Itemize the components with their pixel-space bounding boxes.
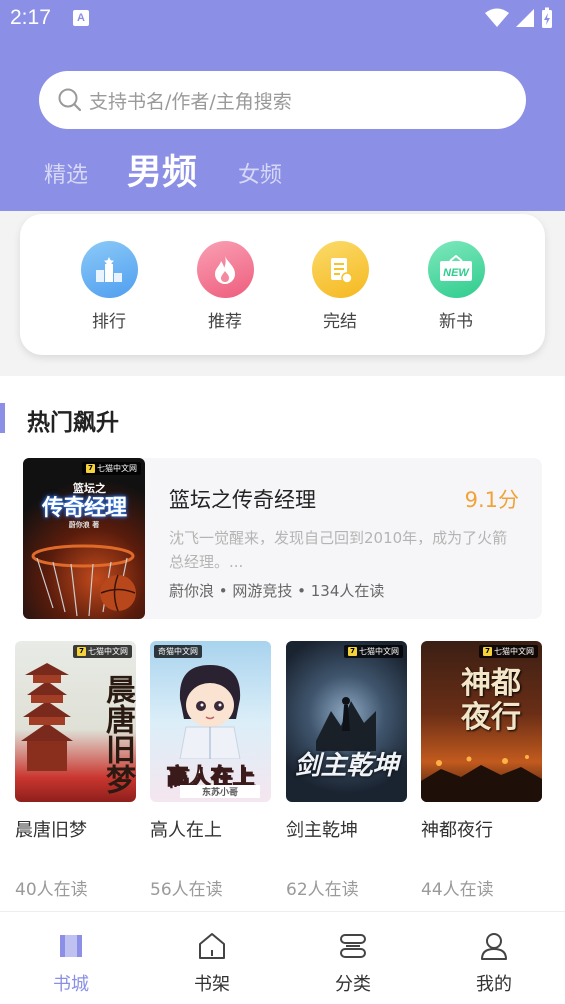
book-item[interactable]: 7 七猫中文网 剑主乾坤 剑主乾坤 62人在读: [286, 641, 407, 900]
lanterns-icon: [421, 755, 542, 802]
featured-book-score: 9.1分: [464, 488, 519, 512]
cover-publisher-badge: 7 七猫中文网: [344, 645, 403, 658]
hot-rising-section: 热门飙升 7 七猫中文网 篮坛之 传奇经理 蔚你浪 著 篮坛之传奇经理 9.1分 …: [0, 376, 565, 911]
nav-label: 书城: [53, 974, 89, 995]
category-area: 排行 推荐 完结 NEW 新书: [0, 211, 565, 376]
category-stack-icon: [340, 934, 366, 958]
channel-tabs: 精选 男频 女频: [0, 140, 565, 200]
status-icons: [485, 7, 553, 29]
tab-jingxuan[interactable]: 精选: [44, 157, 88, 189]
profile-icon: [481, 933, 507, 960]
section-title: 热门飙升: [27, 410, 119, 436]
cover-publisher-badge: 7 七猫中文网: [82, 462, 141, 475]
book-item[interactable]: 7 七猫中文网 晨唐旧梦 晨唐旧梦 40人在读: [15, 641, 136, 900]
search-placeholder: 支持书名/作者/主角搜索: [89, 90, 292, 113]
category-newbooks[interactable]: NEW 新书: [426, 241, 486, 332]
signal-icon: [516, 9, 534, 27]
nav-bookshelf[interactable]: 书架: [172, 930, 252, 996]
category-label: 排行: [92, 312, 126, 332]
book-item[interactable]: 奇猫中文网 高人在上 东苏小哥 高人在上 56人在读: [150, 641, 271, 900]
featured-book-cover[interactable]: 7 七猫中文网 篮坛之 传奇经理 蔚你浪 著: [23, 458, 145, 619]
book-title: 高人在上: [150, 820, 222, 841]
new-sign-icon: NEW: [427, 241, 485, 298]
nav-label: 我的: [476, 974, 512, 995]
cover-main-text: 传奇经理: [41, 496, 127, 521]
book-readers: 40人在读: [15, 880, 88, 900]
nav-book-city[interactable]: 书城: [31, 930, 111, 996]
book-cover[interactable]: 7 七猫中文网 剑主乾坤: [286, 641, 407, 802]
featured-book-card[interactable]: 7 七猫中文网 篮坛之 传奇经理 蔚你浪 著 篮坛之传奇经理 9.1分 沈飞一觉醒…: [23, 458, 542, 619]
category-recommend[interactable]: 推荐: [195, 241, 255, 332]
search-icon: [58, 88, 82, 112]
book-item[interactable]: 7 七猫中文网 神都夜行 神都夜行 44人在读: [421, 641, 542, 900]
nav-label: 分类: [335, 974, 371, 995]
category-ranking[interactable]: 排行: [79, 241, 139, 332]
cover-author: 蔚你浪 著: [68, 521, 100, 529]
category-label: 新书: [439, 312, 473, 332]
featured-book-title: 篮坛之传奇经理: [169, 488, 316, 512]
cover-author: 东苏小哥: [180, 785, 260, 798]
flame-icon: [196, 241, 254, 298]
book-city-icon: [60, 935, 82, 957]
header: 2:17 A 支持书名/作者/主角搜索 精选 男频 女频: [0, 0, 565, 211]
category-card: 排行 推荐 完结 NEW 新书: [20, 214, 545, 355]
book-cover[interactable]: 奇猫中文网 高人在上 东苏小哥: [150, 641, 271, 802]
cover-publisher-badge: 奇猫中文网: [154, 645, 202, 658]
book-title: 剑主乾坤: [286, 820, 358, 841]
chibi-character-icon: [179, 665, 241, 759]
notification-a-icon: A: [73, 10, 89, 26]
nav-profile[interactable]: 我的: [454, 930, 534, 996]
book-cover[interactable]: 7 七猫中文网 神都夜行: [421, 641, 542, 802]
nav-label: 书架: [194, 974, 230, 995]
book-title: 晨唐旧梦: [15, 820, 87, 841]
book-readers: 56人在读: [150, 880, 223, 900]
book-readers: 62人在读: [286, 880, 359, 900]
cover-title-text: 晨唐旧梦: [100, 674, 135, 794]
cover-publisher-badge: 7 七猫中文网: [73, 645, 132, 658]
book-readers: 44人在读: [421, 880, 494, 900]
book-title: 神都夜行: [421, 820, 493, 841]
podium-icon: [80, 241, 138, 298]
cover-publisher-badge: 7 七猫中文网: [479, 645, 538, 658]
nav-category[interactable]: 分类: [313, 930, 393, 996]
swordsman-silhouette-icon: [316, 697, 376, 751]
featured-book-meta: 蔚你浪 • 网游竞技 • 134人在读: [169, 582, 385, 600]
book-cover[interactable]: 7 七猫中文网 晨唐旧梦: [15, 641, 136, 802]
tab-nvpin[interactable]: 女频: [238, 157, 282, 189]
status-time: 2:17: [10, 6, 51, 29]
search-input[interactable]: 支持书名/作者/主角搜索: [39, 71, 526, 129]
battery-charging-icon: [542, 7, 552, 28]
tab-nanpin[interactable]: 男频: [127, 144, 197, 195]
cover-title-text: 神都夜行: [461, 666, 521, 735]
status-bar: 2:17 A: [0, 0, 565, 38]
svg-text:NEW: NEW: [443, 267, 470, 279]
featured-book-description: 沈飞一觉醒来，发现自己回到2010年，成为了火箭总经理。...: [169, 529, 508, 571]
basketball-hoop-icon: [31, 544, 136, 617]
category-label: 推荐: [208, 312, 242, 332]
document-check-icon: [311, 241, 369, 298]
section-accent-bar: [0, 403, 5, 433]
bookshelf-house-icon: [199, 933, 225, 959]
cover-title-text: 剑主乾坤: [294, 751, 399, 781]
category-label: 完结: [323, 312, 357, 332]
category-completed[interactable]: 完结: [310, 241, 370, 332]
bottom-nav: 书城 书架 分类 我的: [0, 911, 565, 1004]
wifi-icon: [485, 8, 509, 27]
